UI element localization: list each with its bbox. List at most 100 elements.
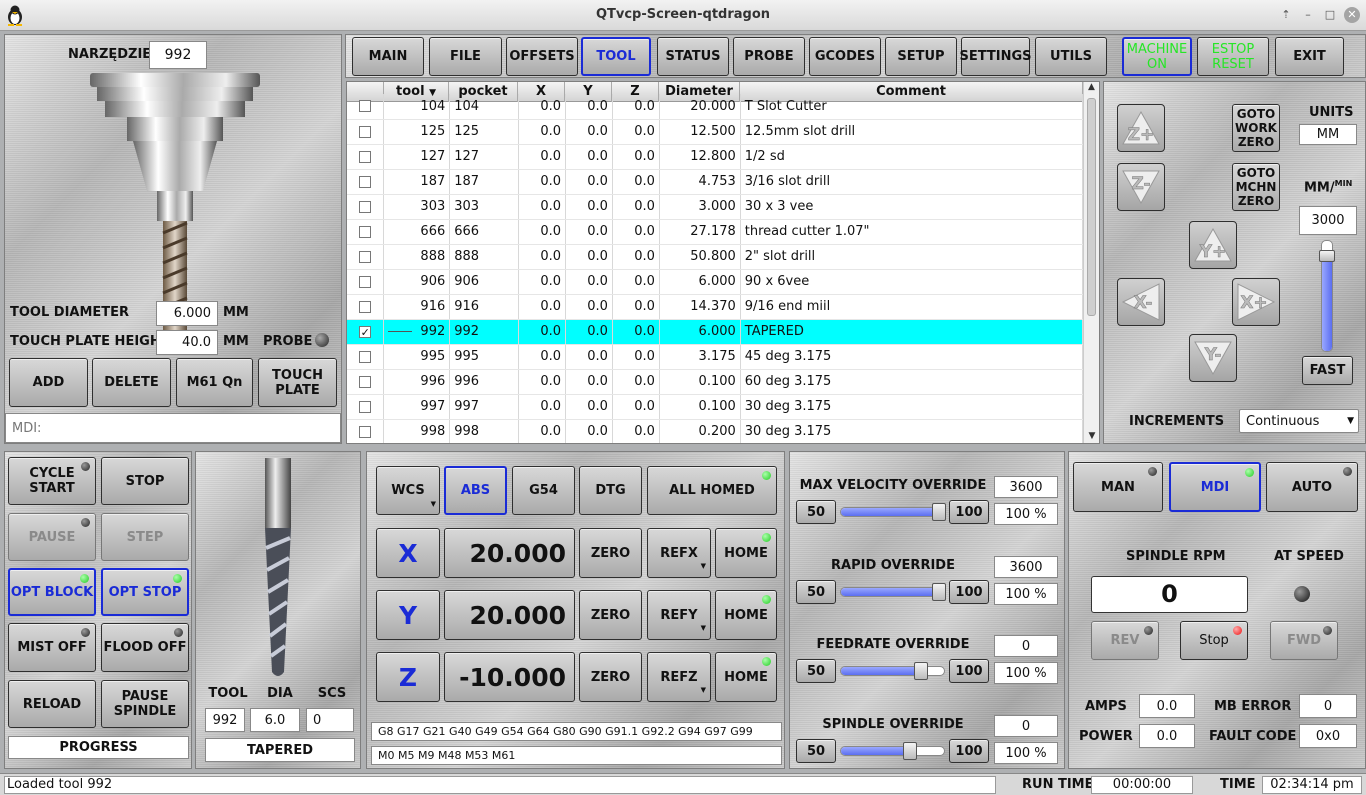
dro-y-value[interactable]: 20.000 — [444, 590, 575, 640]
tab-utils[interactable]: UTILS — [1035, 37, 1107, 76]
tab-file[interactable]: FILE — [429, 37, 502, 76]
jog-z-minus-button[interactable]: Z- — [1117, 163, 1165, 211]
table-row[interactable]: 997 997 0.0 0.0 0.0 0.100 30 deg 3.175 — [347, 394, 1084, 420]
flood-off-button[interactable]: FLOOD OFF — [101, 623, 189, 672]
table-row[interactable]: 127 127 0.0 0.0 0.0 12.800 1/2 sd — [347, 144, 1084, 170]
mode-auto-button[interactable]: AUTO — [1266, 462, 1358, 512]
tab-gcodes[interactable]: GCODES — [809, 37, 881, 76]
feedrate-override-min-button[interactable]: 50 — [796, 659, 836, 683]
tab-setup[interactable]: SETUP — [885, 37, 957, 76]
spindle-rev-button[interactable]: REV — [1091, 621, 1159, 660]
add-tool-button[interactable]: ADD — [9, 358, 88, 407]
spindle-override-slider[interactable] — [840, 742, 945, 760]
zero-z-button[interactable]: ZERO — [579, 652, 642, 702]
step-button[interactable]: STEP — [101, 513, 189, 561]
row-checkbox[interactable] — [359, 300, 372, 313]
zero-y-button[interactable]: ZERO — [579, 590, 642, 640]
keep-above-icon[interactable]: ⇡ — [1278, 7, 1294, 23]
table-row[interactable]: 666 666 0.0 0.0 0.0 27.178 thread cutter 1.07" — [347, 219, 1084, 245]
row-checkbox[interactable] — [359, 150, 372, 163]
max-velocity-override-max-button[interactable]: 100 — [949, 500, 989, 524]
row-checkbox[interactable] — [359, 375, 372, 388]
rapid-override-knob[interactable] — [932, 583, 946, 601]
axis-z-button[interactable]: Z — [376, 652, 440, 702]
tab-probe[interactable]: PROBE — [733, 37, 805, 76]
table-row[interactable]: 888 888 0.0 0.0 0.0 50.800 2" slot drill — [347, 244, 1084, 270]
refz-button[interactable]: REFZ ▼ — [647, 652, 711, 702]
home-y-button[interactable]: HOME — [715, 590, 777, 640]
exit-button[interactable]: EXIT — [1275, 37, 1344, 76]
minimize-icon[interactable]: – — [1300, 7, 1316, 23]
mode-mdi-button[interactable]: MDI — [1169, 462, 1261, 512]
feedrate-override-max-button[interactable]: 100 — [949, 659, 989, 683]
delete-tool-button[interactable]: DELETE — [92, 358, 171, 407]
tab-main[interactable]: MAIN — [352, 37, 424, 76]
pause-spindle-button[interactable]: PAUSE SPINDLE — [101, 680, 189, 728]
table-scrollbar[interactable]: ▲ ▼ — [1083, 82, 1099, 443]
row-checkbox[interactable] — [359, 275, 372, 288]
zero-x-button[interactable]: ZERO — [579, 528, 642, 578]
tool-diameter-field[interactable]: 6.000 — [156, 301, 218, 326]
row-checkbox[interactable] — [359, 225, 372, 238]
maximize-icon[interactable]: □ — [1322, 7, 1338, 23]
cycle-start-button[interactable]: CYCLE START — [8, 457, 96, 505]
table-row[interactable]: 996 996 0.0 0.0 0.0 0.100 60 deg 3.175 — [347, 369, 1084, 395]
rapid-override-min-button[interactable]: 50 — [796, 580, 836, 604]
spindle-override-max-button[interactable]: 100 — [949, 739, 989, 763]
increments-select[interactable]: Continuous ▼ — [1239, 409, 1359, 433]
row-checkbox[interactable]: ✓ — [359, 325, 372, 338]
spindle-fwd-button[interactable]: FWD — [1270, 621, 1338, 660]
goto-mchn-zero-button[interactable]: GOTO MCHN ZERO — [1232, 163, 1280, 211]
tab-offsets[interactable]: OFFSETS — [506, 37, 578, 76]
dro-z-value[interactable]: -10.000 — [444, 652, 575, 702]
row-checkbox[interactable] — [359, 425, 372, 438]
touch-plate-height-field[interactable]: 40.0 — [156, 330, 218, 355]
dtg-button[interactable]: DTG — [579, 466, 642, 515]
table-row[interactable]: 995 995 0.0 0.0 0.0 3.175 45 deg 3.175 — [347, 344, 1084, 370]
table-row[interactable]: 303 303 0.0 0.0 0.0 3.000 30 x 3 vee — [347, 194, 1084, 220]
jog-rate-field[interactable]: 3000 — [1299, 206, 1357, 235]
jog-rate-knob[interactable] — [1319, 250, 1335, 262]
opt-stop-button[interactable]: OPT STOP — [101, 568, 189, 616]
spindle-override-min-button[interactable]: 50 — [796, 739, 836, 763]
row-checkbox[interactable] — [359, 100, 372, 113]
tab-tool[interactable]: TOOL — [581, 37, 651, 76]
feedrate-override-slider[interactable] — [840, 662, 945, 680]
feedrate-override-knob[interactable] — [913, 662, 928, 680]
m61-button[interactable]: M61 Qn — [176, 358, 253, 407]
opt-block-button[interactable]: OPT BLOCK — [8, 568, 96, 616]
mist-off-button[interactable]: MIST OFF — [8, 623, 96, 672]
jog-y-plus-button[interactable]: Y+ — [1189, 221, 1237, 269]
jog-y-minus-button[interactable]: Y- — [1189, 334, 1237, 382]
spindle-stop-button[interactable]: Stop — [1180, 621, 1248, 660]
scroll-up-icon[interactable]: ▲ — [1084, 82, 1099, 92]
row-checkbox[interactable] — [359, 350, 372, 363]
rapid-override-slider[interactable] — [840, 583, 946, 601]
axis-x-button[interactable]: X — [376, 528, 440, 578]
axis-y-button[interactable]: Y — [376, 590, 440, 640]
refx-button[interactable]: REFX ▼ — [647, 528, 711, 578]
fast-button[interactable]: FAST — [1302, 356, 1353, 385]
close-icon[interactable]: ✕ — [1344, 7, 1360, 23]
jog-x-plus-button[interactable]: X+ — [1232, 278, 1280, 326]
row-checkbox[interactable] — [359, 175, 372, 188]
jog-z-plus-button[interactable]: Z+ — [1117, 104, 1165, 152]
tab-settings[interactable]: SETTINGS — [959, 37, 1032, 76]
tool-table[interactable]: tool ▼ pocket X Y Z Diameter Comment 104… — [346, 81, 1100, 444]
tab-status[interactable]: STATUS — [657, 37, 729, 76]
pause-button[interactable]: PAUSE — [8, 513, 96, 561]
home-z-button[interactable]: HOME — [715, 652, 777, 702]
scroll-down-icon[interactable]: ▼ — [1084, 431, 1099, 441]
table-row[interactable]: 906 906 0.0 0.0 0.0 6.000 90 x 6vee — [347, 269, 1084, 295]
max-velocity-override-min-button[interactable]: 50 — [796, 500, 836, 524]
reload-button[interactable]: RELOAD — [8, 680, 96, 728]
table-row[interactable]: 125 125 0.0 0.0 0.0 12.500 12.5mm slot drill — [347, 119, 1084, 145]
spindle-override-knob[interactable] — [902, 742, 917, 760]
row-checkbox[interactable] — [359, 125, 372, 138]
estop-reset-button[interactable]: ESTOP RESET — [1197, 37, 1269, 76]
refy-button[interactable]: REFY ▼ — [647, 590, 711, 640]
wcs-button[interactable]: WCS ▼ — [376, 466, 440, 515]
jog-x-minus-button[interactable]: X- — [1117, 278, 1165, 326]
row-checkbox[interactable] — [359, 400, 372, 413]
machine-on-button[interactable]: MACHINE ON — [1122, 37, 1192, 76]
